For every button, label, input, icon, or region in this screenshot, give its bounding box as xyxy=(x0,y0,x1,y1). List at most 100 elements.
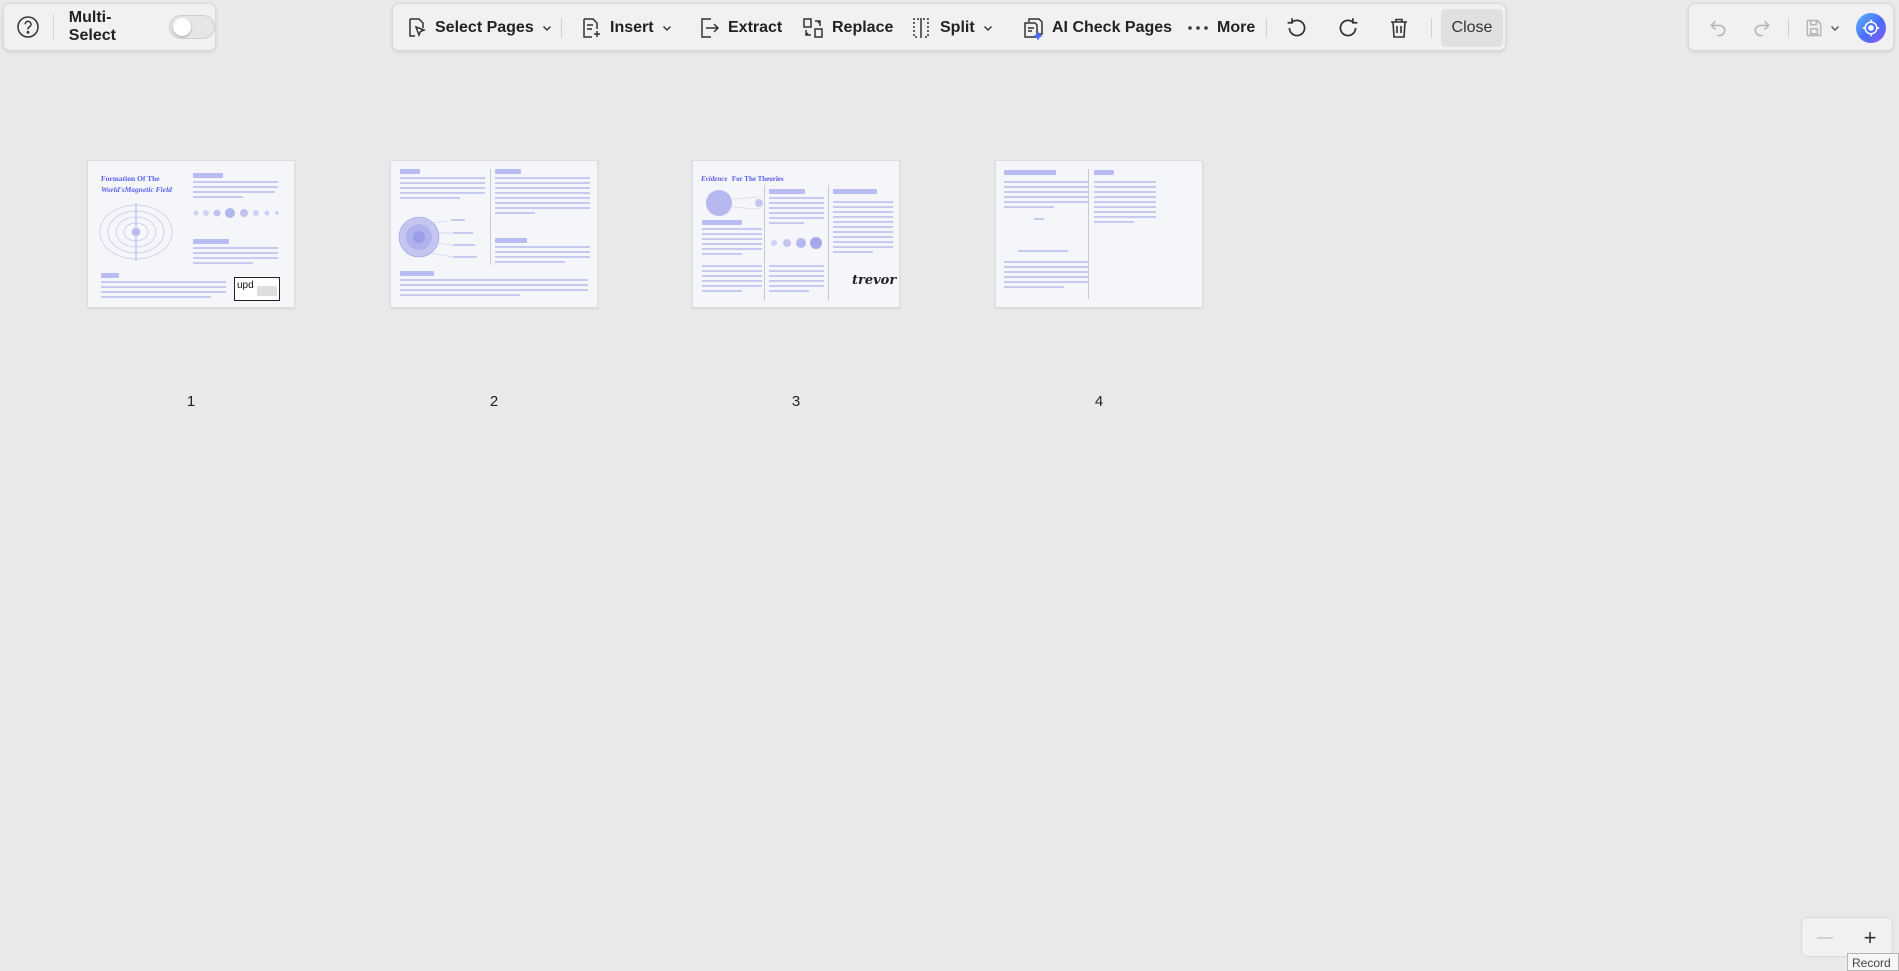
chevron-down-icon xyxy=(542,26,551,31)
text-line xyxy=(193,181,278,183)
text-line xyxy=(1004,261,1089,263)
more-label: More xyxy=(1217,19,1256,36)
page-title-italic: Evidence xyxy=(701,175,728,183)
zoom-in-button[interactable]: + xyxy=(1858,925,1882,950)
text-line xyxy=(1004,196,1089,198)
text-line xyxy=(833,201,893,203)
text-line xyxy=(769,270,824,272)
planet-row xyxy=(771,237,822,249)
signature: trevor xyxy=(852,273,897,288)
split-label: Split xyxy=(940,19,975,36)
text-line xyxy=(833,236,893,238)
save-button[interactable] xyxy=(1802,16,1826,40)
text-line xyxy=(769,285,824,287)
text-line xyxy=(400,289,588,291)
text-line xyxy=(400,177,485,179)
chevron-down-icon xyxy=(662,26,671,31)
column-divider xyxy=(828,185,829,301)
text-line xyxy=(702,228,762,230)
text-line xyxy=(1094,181,1156,183)
text-line xyxy=(702,265,762,267)
text-line xyxy=(495,256,590,258)
undo-button[interactable] xyxy=(1706,16,1730,40)
page-number-1: 1 xyxy=(186,393,196,410)
stamp-box: upd xyxy=(234,277,280,301)
text-line xyxy=(702,238,762,240)
insert-button[interactable]: Insert xyxy=(579,12,672,44)
column-divider xyxy=(764,185,765,301)
page-title: Formation Of The xyxy=(101,174,160,183)
text-line xyxy=(702,253,742,255)
ai-assistant-button[interactable] xyxy=(1856,13,1886,43)
stamp-text: upd xyxy=(237,280,254,291)
text-line xyxy=(1018,250,1068,252)
ai-assistant-icon xyxy=(1862,19,1880,37)
text-line xyxy=(1004,276,1089,278)
divider xyxy=(52,14,54,40)
text-line xyxy=(400,279,588,281)
zoom-out-button[interactable]: — xyxy=(1813,926,1837,950)
page-title-rest: For The Theories xyxy=(731,175,784,183)
text-line xyxy=(769,217,824,219)
chevron-down-icon xyxy=(983,26,992,31)
page-thumbnail-1[interactable]: Formation Of The World'sMagnetic Field u… xyxy=(87,160,295,308)
close-button[interactable]: Close xyxy=(1441,9,1503,47)
text-line xyxy=(400,187,485,189)
text-line xyxy=(1004,186,1089,188)
left-panel: Multi-Select xyxy=(3,3,216,51)
text-line xyxy=(1034,218,1044,220)
ai-check-pages-button[interactable]: AI Check Pages xyxy=(1021,12,1172,44)
text-line xyxy=(400,294,520,296)
rotate-right-button[interactable] xyxy=(1334,14,1362,42)
text-line xyxy=(769,222,804,224)
redo-button[interactable] xyxy=(1750,16,1774,40)
toolbar-divider xyxy=(1431,18,1432,38)
text-line xyxy=(833,226,893,228)
text-line xyxy=(769,275,824,277)
section-tag xyxy=(193,239,229,244)
delete-button[interactable] xyxy=(1385,14,1413,42)
chevron-down-icon xyxy=(1831,26,1839,31)
section-tag xyxy=(1004,170,1056,175)
text-line xyxy=(101,296,211,298)
text-line xyxy=(1094,221,1134,223)
text-line xyxy=(400,192,485,194)
split-button[interactable]: Split xyxy=(909,12,993,44)
section-tag xyxy=(769,189,805,194)
text-line xyxy=(833,241,893,243)
text-line xyxy=(495,251,590,253)
help-button[interactable] xyxy=(15,13,42,41)
text-line xyxy=(193,186,278,188)
multi-select-toggle[interactable] xyxy=(168,15,215,39)
sun-diagram xyxy=(706,190,763,216)
toolbar-divider xyxy=(1266,18,1267,38)
ai-check-icon xyxy=(1024,18,1043,40)
ai-check-pages-label: AI Check Pages xyxy=(1052,19,1173,36)
split-icon xyxy=(913,18,929,38)
page-thumbnail-3[interactable]: Evidence For The Theories trevor xyxy=(692,160,900,308)
right-panel xyxy=(1688,3,1894,51)
stamp-image xyxy=(257,286,277,296)
text-line xyxy=(1094,211,1156,213)
text-line xyxy=(193,191,275,193)
page-subtitle: World'sMagnetic Field xyxy=(101,185,172,194)
text-line xyxy=(495,182,590,184)
multi-select-label: Multi-Select xyxy=(68,9,116,44)
select-pages-button[interactable]: Select Pages xyxy=(404,12,552,44)
more-button[interactable]: More xyxy=(1186,12,1255,44)
save-options-dropdown[interactable] xyxy=(1827,16,1843,40)
text-line xyxy=(193,252,278,254)
page-number-2: 2 xyxy=(489,393,499,410)
column-divider xyxy=(1088,169,1089,299)
select-pages-icon xyxy=(409,18,427,38)
select-pages-label: Select Pages xyxy=(435,19,534,36)
more-dots-icon xyxy=(1188,26,1208,30)
page-thumbnail-4[interactable] xyxy=(995,160,1203,308)
replace-button[interactable]: Replace xyxy=(801,12,893,44)
section-tag xyxy=(495,169,521,174)
page-thumbnail-2[interactable] xyxy=(390,160,598,308)
text-line xyxy=(101,286,226,288)
section-tag xyxy=(702,220,742,225)
extract-button[interactable]: Extract xyxy=(697,12,782,44)
rotate-left-button[interactable] xyxy=(1283,14,1311,42)
